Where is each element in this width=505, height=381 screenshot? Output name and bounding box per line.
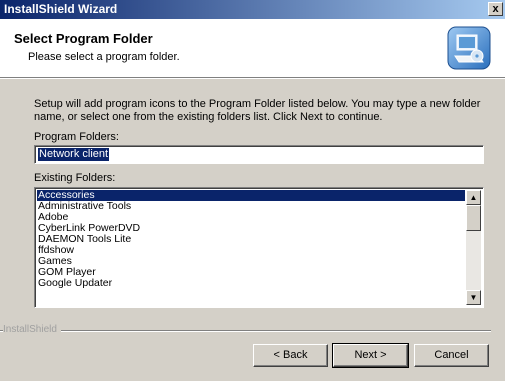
program-folder-value: Network client xyxy=(38,148,110,161)
list-item[interactable]: Google Updater xyxy=(37,278,465,289)
next-button[interactable]: Next > xyxy=(332,343,409,368)
list-item[interactable]: ffdshow xyxy=(37,245,465,256)
list-item[interactable]: DAEMON Tools Lite xyxy=(37,234,465,245)
page-title: Select Program Folder xyxy=(14,31,153,46)
close-button[interactable]: x xyxy=(488,2,503,16)
program-folders-label: Program Folders: xyxy=(34,131,119,143)
instructions-text: Setup will add program icons to the Prog… xyxy=(34,98,481,123)
existing-folders-label: Existing Folders: xyxy=(34,172,116,184)
folder-list-items: Accessories Administrative Tools Adobe Cybe… xyxy=(37,190,465,289)
existing-folders-list[interactable]: Accessories Administrative Tools Adobe Cybe… xyxy=(34,187,484,308)
window-title: InstallShield Wizard xyxy=(4,2,118,16)
installshield-wizard-window: InstallShield Wizard x Select Program Fo… xyxy=(0,0,505,381)
close-icon: x xyxy=(492,3,499,15)
cancel-button[interactable]: Cancel xyxy=(414,344,489,367)
scroll-up-button[interactable]: ▲ xyxy=(466,190,481,205)
arrow-up-icon: ▲ xyxy=(469,193,478,202)
brand-label: InstallShield xyxy=(3,324,61,335)
scroll-thumb[interactable] xyxy=(466,205,481,231)
page-subtitle: Please select a program folder. xyxy=(28,51,180,63)
wizard-header: Select Program Folder Please select a pr… xyxy=(0,19,505,78)
installshield-brand-divider: InstallShield xyxy=(0,324,505,338)
list-item[interactable]: Administrative Tools xyxy=(37,201,465,212)
installer-computer-icon xyxy=(447,26,491,70)
arrow-down-icon: ▼ xyxy=(469,293,478,302)
back-button[interactable]: < Back xyxy=(253,344,328,367)
list-scrollbar[interactable]: ▲ ▼ xyxy=(466,190,481,305)
program-folder-input[interactable]: Network client xyxy=(34,145,484,164)
scroll-down-button[interactable]: ▼ xyxy=(466,290,481,305)
title-bar[interactable]: InstallShield Wizard x xyxy=(0,0,505,19)
divider xyxy=(0,330,491,332)
list-item[interactable]: Games xyxy=(37,256,465,267)
